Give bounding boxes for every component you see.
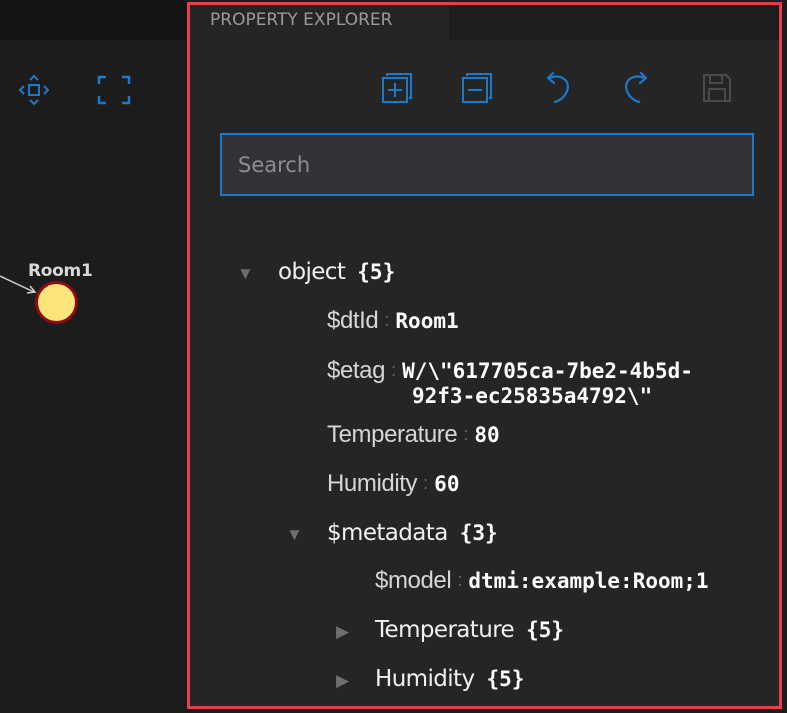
tree-separator: :	[384, 310, 390, 330]
redo-icon[interactable]	[617, 68, 657, 108]
tree-count: {5}	[486, 667, 525, 691]
tree-row-etag: $etag: W/\"617705ca-7be2-4b5d-	[327, 357, 693, 385]
collapse-all-icon[interactable]	[457, 68, 497, 108]
fit-screen-icon[interactable]	[96, 73, 132, 107]
tree-value-continued: 92f3-ec25835a4792\"	[412, 384, 653, 408]
tree-row-root: object {5}	[278, 258, 395, 285]
tree-row-model: $model: dtmi:example:Room;1	[375, 567, 709, 595]
tree-separator: :	[457, 570, 463, 590]
tree-row-metadata: $metadata {3}	[327, 519, 498, 546]
search-input[interactable]	[220, 133, 754, 196]
tree-row-meta-temperature: Temperature {5}	[375, 616, 564, 643]
tree-row-humidity: Humidity:60	[327, 470, 459, 498]
move-center-icon[interactable]	[16, 73, 52, 107]
tree-separator: :	[391, 360, 397, 380]
twin-node[interactable]	[35, 281, 78, 324]
tab-property-explorer[interactable]: PROPERTY EXPLORER	[190, 5, 449, 40]
tree-separator: :	[463, 424, 469, 444]
tree-key: $dtId	[327, 307, 379, 334]
tree-value: Room1	[395, 309, 459, 333]
tree-key: Temperature	[375, 617, 515, 643]
tree-value: dtmi:example:Room;1	[468, 569, 709, 593]
collapsed-triangle-icon[interactable]: ▶	[336, 622, 349, 642]
tree-row-etag-cont: 92f3-ec25835a4792\"	[412, 382, 652, 409]
graph-header-strip	[0, 0, 188, 40]
collapsed-triangle-icon[interactable]: ▶	[336, 671, 349, 691]
tree-separator: :	[423, 473, 429, 493]
tree-count: {5}	[357, 260, 396, 284]
tree-value: W/\"617705ca-7be2-4b5d-	[402, 359, 693, 383]
tree-row-dtid: $dtId: Room1	[327, 307, 459, 335]
tree-key: $model	[375, 567, 452, 594]
expanded-triangle-icon[interactable]: ▼	[237, 264, 254, 284]
expand-all-icon[interactable]	[377, 68, 417, 108]
tree-key: object	[278, 259, 346, 285]
tree-key: Humidity	[375, 666, 475, 692]
tree-key: $metadata	[327, 520, 448, 546]
tree-key: Temperature	[327, 421, 458, 448]
app-root: Room1 PROPERTY EXPLORER Search ▼ object …	[0, 0, 787, 713]
tree-key: $etag	[327, 357, 386, 384]
tree-value: 80	[474, 423, 500, 447]
expanded-triangle-icon[interactable]: ▼	[286, 525, 303, 545]
tree-count: {5}	[526, 618, 565, 642]
tree-row-meta-humidity: Humidity {5}	[375, 665, 524, 692]
tree-value: 60	[434, 472, 460, 496]
tree-row-temperature: Temperature:80	[327, 421, 500, 449]
panel-tab-bar: PROPERTY EXPLORER	[190, 5, 779, 40]
property-explorer-panel: PROPERTY EXPLORER Search ▼ object {5} $d…	[187, 2, 782, 709]
tree-key: Humidity	[327, 470, 418, 497]
save-icon[interactable]	[697, 68, 737, 108]
undo-icon[interactable]	[537, 68, 577, 108]
tree-count: {3}	[459, 521, 498, 545]
node-label: Room1	[28, 261, 93, 281]
